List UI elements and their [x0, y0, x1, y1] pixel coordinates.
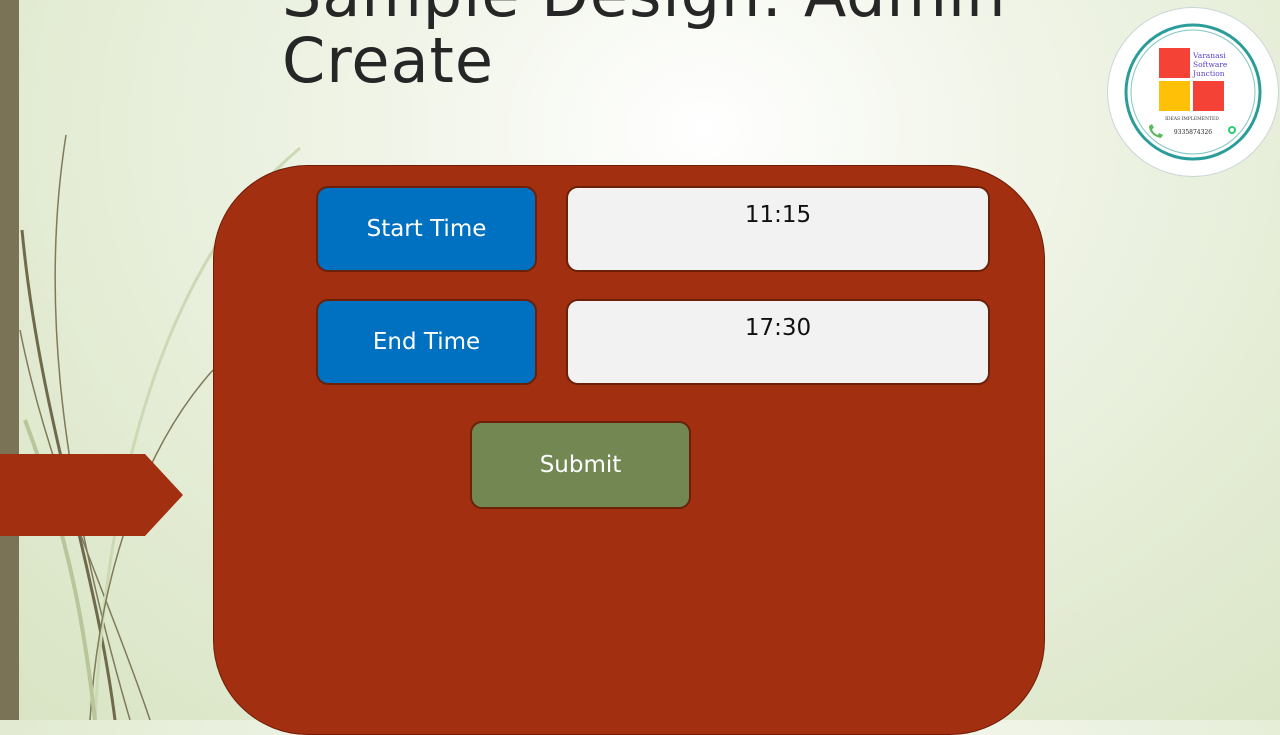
start-time-field[interactable]: 11:15	[566, 186, 990, 272]
logo-tagline: IDEAS IMPLEMENTED	[1165, 116, 1219, 122]
start-time-value: 11:15	[744, 202, 812, 228]
logo-name-line1: Varanasi	[1192, 51, 1226, 60]
end-time-label: End Time	[372, 329, 481, 355]
phone-icon	[1149, 124, 1163, 138]
company-logo: Varanasi Software Junction IDEAS IMPLEME…	[1108, 8, 1278, 176]
admin-create-form: Start Time 11:15 End Time 17:30 Submit	[213, 165, 1045, 735]
logo-graphic: Varanasi Software Junction IDEAS IMPLEME…	[1124, 23, 1262, 161]
start-time-label: Start Time	[366, 216, 487, 242]
end-time-field[interactable]: 17:30	[566, 299, 990, 385]
arrow-tab-shape	[0, 454, 183, 536]
end-time-label-button[interactable]: End Time	[316, 299, 537, 385]
logo-name-line3: Junction	[1192, 69, 1225, 78]
logo-name-line2: Software	[1193, 60, 1228, 69]
left-accent-bar	[0, 0, 19, 720]
whatsapp-icon	[1228, 126, 1236, 134]
start-time-label-button[interactable]: Start Time	[316, 186, 537, 272]
end-time-value: 17:30	[744, 315, 812, 341]
slide-title: Sample Design: Admin Create	[282, 0, 1005, 97]
logo-phone: 9335874326	[1174, 129, 1212, 136]
submit-button[interactable]: Submit	[470, 421, 691, 509]
submit-button-label: Submit	[539, 452, 622, 478]
